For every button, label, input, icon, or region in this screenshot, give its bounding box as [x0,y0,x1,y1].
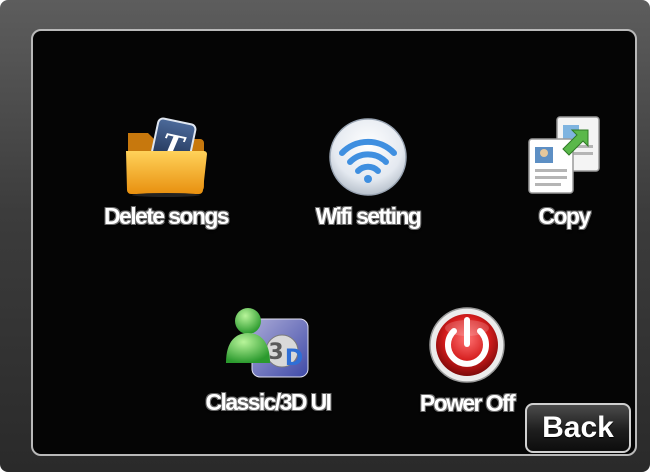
power-icon [429,307,505,383]
menu-item-label: Delete songs [104,203,230,229]
menu-item-classic-3d-ui[interactable]: 3 D Classic/3D UI [183,303,353,416]
menu-item-label: Copy [538,203,591,229]
wifi-icon [329,118,407,196]
menu-item-label: Classic/3D UI [205,389,333,415]
svg-text:3: 3 [268,340,283,365]
menu-item-wifi-setting[interactable]: Wifi setting [293,117,443,230]
svg-text:D: D [285,346,303,371]
menu-item-copy[interactable]: Copy [508,113,620,230]
back-button[interactable]: Back [525,403,631,453]
menu-item-label: Wifi setting [315,203,422,229]
menu-item-power-off[interactable]: Power Off [397,306,537,417]
copy-documents-icon [528,116,600,194]
menu-item-label: Power Off [419,390,516,416]
folder-t-icon: T [126,117,207,197]
menu-item-delete-songs[interactable]: T Delete songs [91,117,241,230]
user-3d-icon: 3 D [226,308,309,378]
menu-screen: T Delete songs Wifi setting Copy 3 D Cla… [31,29,637,456]
